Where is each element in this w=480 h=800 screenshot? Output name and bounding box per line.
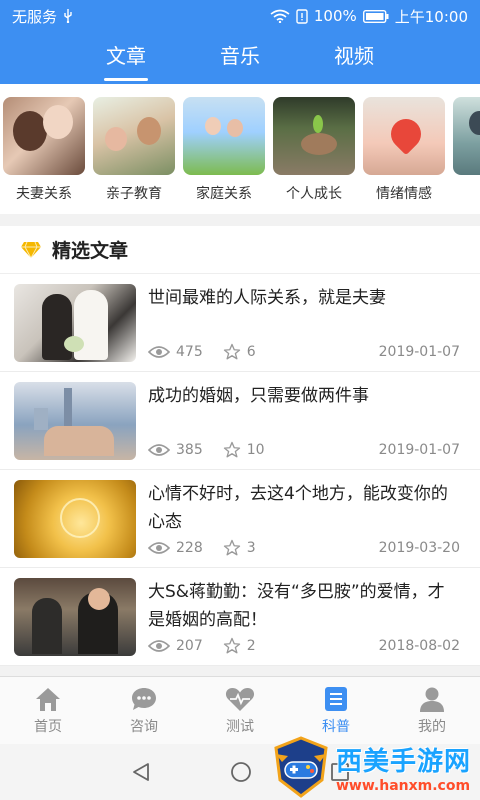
- featured-articles-header: 精选文章: [0, 226, 480, 274]
- nav-consult[interactable]: 咨询: [96, 677, 192, 744]
- article-thumbnail: [14, 382, 136, 460]
- star-icon[interactable]: [223, 441, 241, 459]
- article-title: 大S&蒋勤勤：没有“多巴胺”的爱情，才是婚姻的高配！: [148, 582, 445, 630]
- category-label: 夫妻关系: [16, 186, 72, 202]
- nav-home[interactable]: 首页: [0, 677, 96, 744]
- category-label: 亲子教育: [106, 186, 162, 202]
- article-date: 2019-01-07: [378, 344, 460, 360]
- usb-icon: [64, 9, 72, 23]
- heart-icon: [225, 687, 255, 711]
- view-count: 475: [176, 344, 203, 360]
- article-date: 2019-01-07: [378, 442, 460, 458]
- category-thumbnail: [363, 97, 445, 175]
- category-strip: 夫妻关系 亲子教育 家庭关系 个人成长 情绪情感 人际: [0, 84, 480, 214]
- article-meta: 475 6 2019-01-07: [148, 343, 460, 361]
- category-item-emotion[interactable]: 情绪情感: [363, 97, 445, 214]
- nav-label: 首页: [34, 718, 62, 735]
- star-count: 10: [246, 442, 265, 458]
- home-icon: [36, 687, 60, 711]
- article-item[interactable]: 心情不好时，去这4个地方，能改变你的心态 228 3 2019-03-20: [0, 470, 480, 568]
- nav-label: 科普: [322, 718, 350, 735]
- article-item[interactable]: 世间最难的人际关系，就是夫妻 475 6 2019-01-07: [0, 274, 480, 372]
- gamepad-shield-icon: [274, 736, 328, 798]
- star-count: 6: [246, 344, 256, 360]
- nav-label: 测试: [226, 718, 254, 735]
- battery-icon: [362, 9, 389, 23]
- article-date: 2019-03-20: [378, 540, 460, 556]
- star-count: 3: [246, 540, 256, 556]
- section-title: 精选文章: [52, 240, 129, 262]
- clock: 上午10:00: [394, 7, 468, 26]
- view-count: 385: [176, 442, 203, 458]
- category-item-couple[interactable]: 夫妻关系: [3, 97, 85, 214]
- wifi-icon: [270, 9, 290, 23]
- tab-music[interactable]: 音乐: [220, 40, 260, 77]
- article-item[interactable]: 大S&蒋勤勤：没有“多巴胺”的爱情，才是婚姻的高配！ 207 2 2018-08…: [0, 568, 480, 666]
- carrier-label: 无服务: [12, 7, 58, 26]
- eye-icon: [148, 640, 170, 652]
- sim-alert-icon: [296, 8, 308, 24]
- star-icon[interactable]: [223, 539, 241, 557]
- battery-percent: 100%: [313, 7, 357, 25]
- category-thumbnail: [93, 97, 175, 175]
- article-thumbnail: [14, 284, 136, 362]
- category-item-family[interactable]: 家庭关系: [183, 97, 265, 214]
- eye-icon: [148, 346, 170, 358]
- category-thumbnail: [453, 97, 480, 175]
- document-icon: [325, 686, 347, 711]
- view-count: 228: [176, 540, 203, 556]
- star-icon[interactable]: [223, 637, 241, 655]
- category-label: 个人成长: [286, 186, 342, 202]
- eye-icon: [148, 542, 170, 554]
- category-item-parenting[interactable]: 亲子教育: [93, 97, 175, 214]
- star-count: 2: [246, 638, 256, 654]
- category-thumbnail: [183, 97, 265, 175]
- star-icon[interactable]: [223, 343, 241, 361]
- article-item[interactable]: 成功的婚姻，只需要做两件事 385 10 2019-01-07: [0, 372, 480, 470]
- article-title: 世间最难的人际关系，就是夫妻: [148, 288, 386, 308]
- article-meta: 228 3 2019-03-20: [148, 539, 460, 557]
- article-thumbnail: [14, 578, 136, 656]
- top-tab-bar: 文章 音乐 视频: [0, 32, 480, 84]
- category-label: 情绪情感: [376, 186, 432, 202]
- watermark-url: www.hanxm.com: [336, 777, 471, 794]
- tab-articles[interactable]: 文章: [104, 40, 148, 81]
- category-thumbnail: [3, 97, 85, 175]
- category-label: 家庭关系: [196, 186, 252, 202]
- tab-videos[interactable]: 视频: [334, 40, 374, 77]
- back-icon[interactable]: [130, 761, 152, 783]
- category-item-growth[interactable]: 个人成长: [273, 97, 355, 214]
- article-thumbnail: [14, 480, 136, 558]
- diamond-icon: [21, 241, 41, 259]
- user-icon: [420, 687, 444, 712]
- chat-icon: [132, 687, 156, 710]
- article-list: 世间最难的人际关系，就是夫妻 475 6 2019-01-07 成功的婚姻，只需…: [0, 274, 480, 666]
- home-circle-icon[interactable]: [230, 761, 252, 783]
- article-date: 2018-08-02: [378, 638, 460, 654]
- view-count: 207: [176, 638, 203, 654]
- eye-icon: [148, 444, 170, 456]
- site-watermark: 西美手游网 www.hanxm.com: [270, 734, 480, 800]
- nav-label: 咨询: [130, 718, 158, 735]
- article-meta: 207 2 2018-08-02: [148, 637, 460, 655]
- nav-label: 我的: [418, 718, 446, 735]
- category-thumbnail: [273, 97, 355, 175]
- article-title: 心情不好时，去这4个地方，能改变你的心态: [148, 484, 448, 532]
- article-title: 成功的婚姻，只需要做两件事: [148, 386, 369, 406]
- status-bar: 无服务 100% 上午10:00: [0, 0, 480, 32]
- category-item-social[interactable]: 人际: [453, 97, 480, 214]
- watermark-title: 西美手游网: [336, 746, 472, 777]
- article-meta: 385 10 2019-01-07: [148, 441, 460, 459]
